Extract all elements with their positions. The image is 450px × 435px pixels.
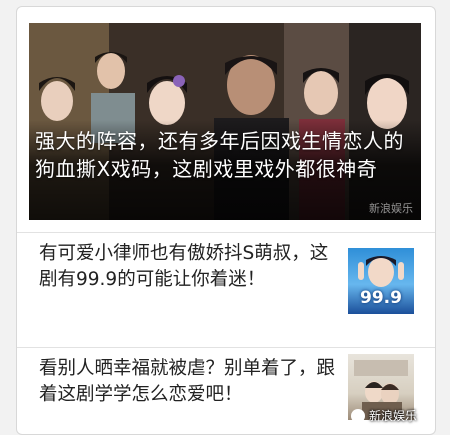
article-title[interactable]: 看别人晒幸福就被虐？别单着了，跟着这剧学学怎么恋爱吧！	[39, 356, 335, 408]
article-thumbnail[interactable]: 99.9	[348, 248, 414, 314]
watermark-text: 新浪娱乐	[369, 409, 418, 423]
article-card: 强大的阵容，还有多年后因戏生情恋人的狗血撕X戏码，这剧戏里戏外都很神奇 新浪娱乐…	[16, 6, 436, 435]
list-item[interactable]: 有可爱小律师也有傲娇抖S萌叔，这剧有99.9的可能让你着迷！ 99.9	[17, 232, 435, 342]
sina-logo-icon	[351, 408, 365, 423]
featured-title[interactable]: 强大的阵容，还有多年后因戏生情恋人的狗血撕X戏码，这剧戏里戏外都很神奇	[35, 127, 413, 183]
article-title[interactable]: 有可爱小律师也有傲娇抖S萌叔，这剧有99.9的可能让你着迷！	[39, 241, 335, 293]
thumbnail-text: 99.9	[360, 288, 402, 308]
featured-article[interactable]: 强大的阵容，还有多年后因戏生情恋人的狗血撕X戏码，这剧戏里戏外都很神奇 新浪娱乐	[29, 23, 421, 220]
featured-watermark: 新浪娱乐	[369, 202, 413, 215]
watermark: 新浪娱乐	[351, 407, 417, 424]
